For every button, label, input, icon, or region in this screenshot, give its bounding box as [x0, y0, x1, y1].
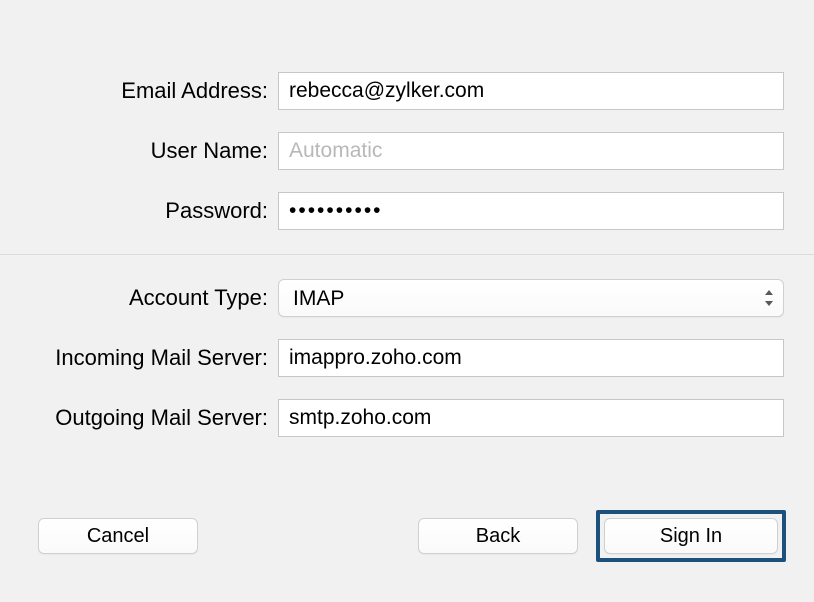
account-type-label: Account Type: [0, 285, 278, 311]
incoming-label: Incoming Mail Server: [0, 345, 278, 371]
username-row: User Name: [0, 132, 814, 170]
email-row: Email Address: [0, 72, 814, 110]
cancel-button[interactable]: Cancel [38, 518, 198, 554]
outgoing-server-input[interactable] [278, 399, 784, 437]
account-type-row: Account Type: IMAP [0, 279, 814, 317]
email-label: Email Address: [0, 78, 278, 104]
incoming-row: Incoming Mail Server: [0, 339, 814, 377]
email-input[interactable] [278, 72, 784, 110]
account-type-select-wrapper: IMAP [278, 279, 784, 317]
signin-highlight: Sign In [596, 510, 786, 562]
username-input[interactable] [278, 132, 784, 170]
password-row: Password: [0, 192, 814, 230]
back-button[interactable]: Back [418, 518, 578, 554]
signin-button[interactable]: Sign In [604, 518, 778, 554]
password-label: Password: [0, 198, 278, 224]
server-section: Account Type: IMAP Incoming Mail Server:… [0, 255, 814, 437]
outgoing-label: Outgoing Mail Server: [0, 405, 278, 431]
password-input[interactable] [278, 192, 784, 230]
credentials-section: Email Address: User Name: Password: [0, 0, 814, 254]
outgoing-row: Outgoing Mail Server: [0, 399, 814, 437]
mail-account-dialog: Email Address: User Name: Password: Acco… [0, 0, 814, 602]
button-bar: Cancel Back Sign In [0, 510, 814, 562]
username-label: User Name: [0, 138, 278, 164]
incoming-server-input[interactable] [278, 339, 784, 377]
account-type-select[interactable]: IMAP [278, 279, 784, 317]
